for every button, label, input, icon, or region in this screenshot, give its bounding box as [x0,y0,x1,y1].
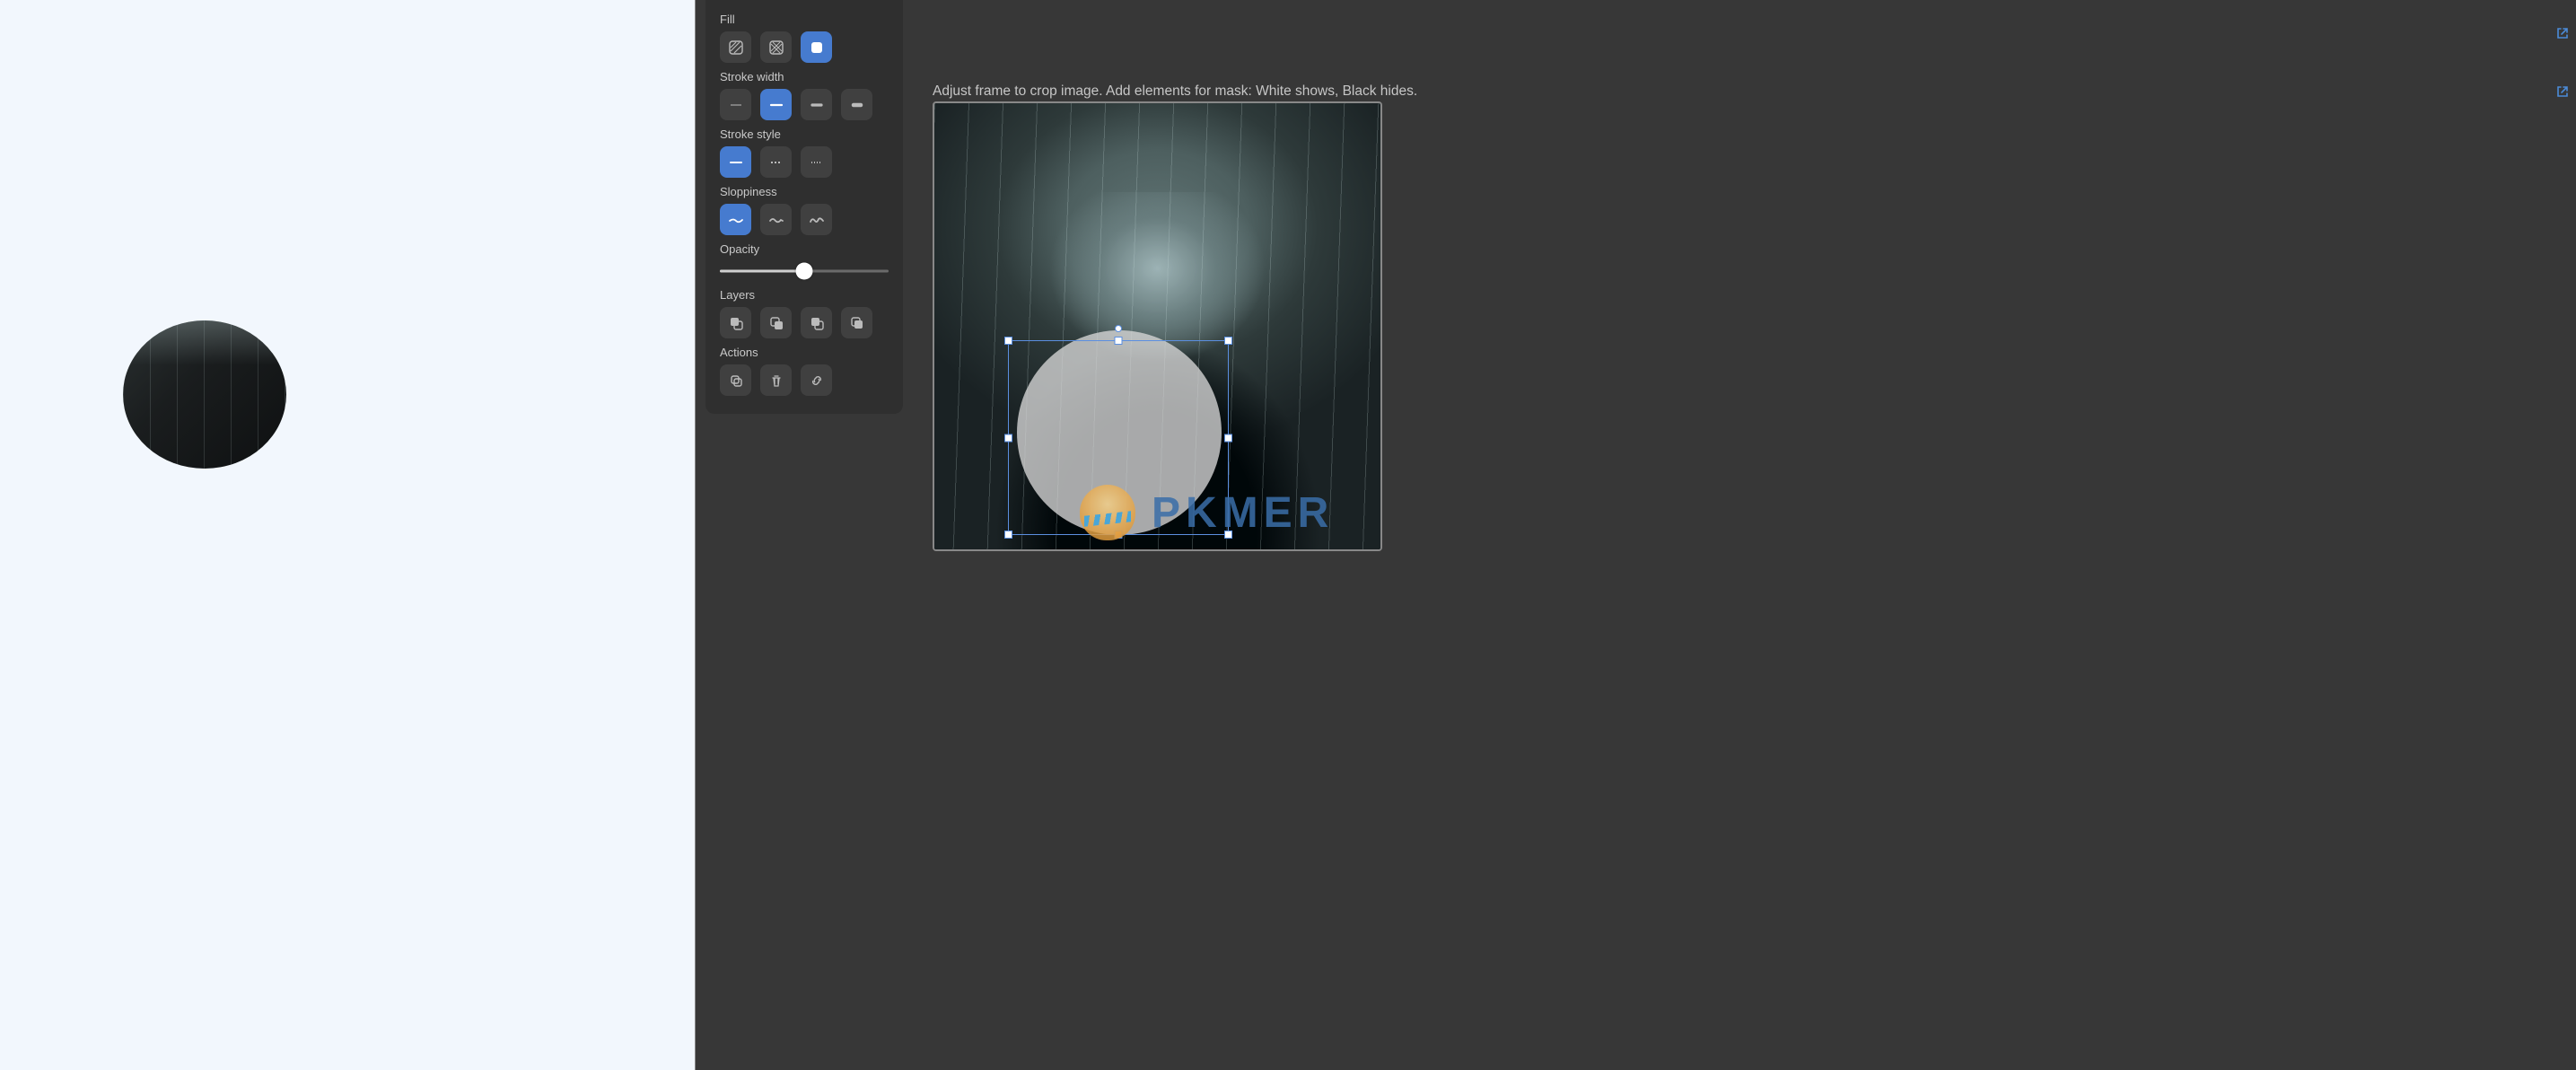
duplicate-button[interactable] [720,364,751,396]
crop-hint-text: Adjust frame to crop image. Add elements… [933,83,1417,100]
layers-label: Layers [720,288,889,302]
fill-label: Fill [720,13,889,26]
preview-masked-image [123,320,286,469]
actions-label: Actions [720,346,889,359]
stroke-width-medium-button[interactable] [760,89,792,120]
properties-panel: Fill Stroke width [705,0,903,414]
delete-button[interactable] [760,364,792,396]
stroke-width-thick-button[interactable] [801,89,832,120]
watermark: PKMER [1080,485,1334,540]
send-to-back-button[interactable] [720,307,751,338]
open-external-icon[interactable] [2556,85,2569,101]
watermark-text: PKMER [1152,488,1334,538]
resize-handle-mt[interactable] [1115,337,1123,345]
sloppiness-artist-button[interactable] [760,204,792,235]
link-button[interactable] [801,364,832,396]
fill-crosshatch-button[interactable] [760,31,792,63]
stroke-width-label: Stroke width [720,70,889,83]
resize-handle-tr[interactable] [1224,337,1232,345]
resize-handle-tl[interactable] [1004,337,1012,345]
watermark-logo-icon [1080,485,1135,540]
stroke-style-solid-button[interactable] [720,146,751,178]
bring-to-front-button[interactable] [841,307,872,338]
rotate-handle[interactable] [1115,325,1122,332]
stroke-style-dashed-button[interactable] [760,146,792,178]
preview-pane [0,0,696,1070]
opacity-slider[interactable] [720,261,889,281]
fill-hachure-button[interactable] [720,31,751,63]
sloppiness-label: Sloppiness [720,185,889,198]
stroke-width-thin-button[interactable] [720,89,751,120]
sloppiness-architect-button[interactable] [720,204,751,235]
stroke-style-dotted-button[interactable] [801,146,832,178]
stroke-style-label: Stroke style [720,127,889,141]
external-links [2556,27,2569,101]
stroke-width-extra-button[interactable] [841,89,872,120]
open-external-icon[interactable] [2556,27,2569,42]
fill-solid-button[interactable] [801,31,832,63]
resize-handle-mr[interactable] [1224,434,1232,442]
bring-forward-button[interactable] [801,307,832,338]
resize-handle-bl[interactable] [1004,531,1012,539]
sloppiness-cartoonist-button[interactable] [801,204,832,235]
send-backward-button[interactable] [760,307,792,338]
resize-handle-ml[interactable] [1004,434,1012,442]
editor-pane: Fill Stroke width [696,0,2576,1070]
opacity-label: Opacity [720,242,889,256]
